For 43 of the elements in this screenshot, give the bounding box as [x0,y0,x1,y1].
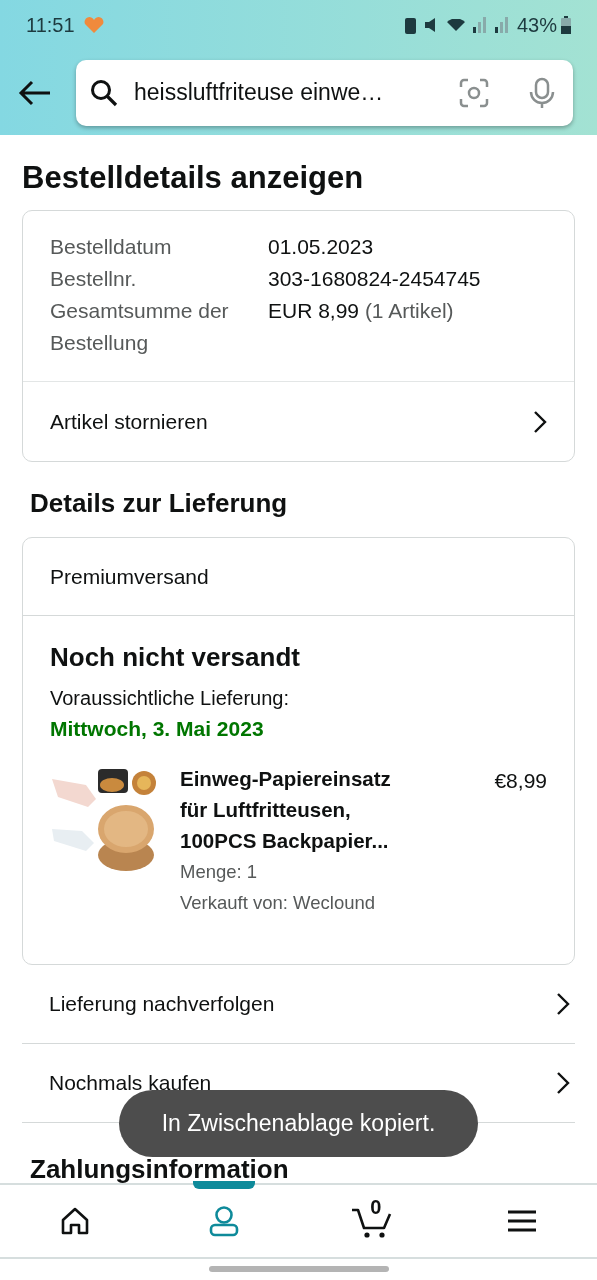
chevron-icon [556,1070,570,1095]
cart-count: 0 [370,1195,382,1220]
search-icon [90,78,118,107]
field-value: 303-1680824-2454745 [268,266,481,293]
field-value: 01.05.2023 [268,234,374,261]
list-row[interactable]: Lieferung nachverfolgen [22,964,575,1044]
microphone-icon[interactable] [529,76,555,109]
back-button[interactable] [18,79,52,106]
list-row[interactable]: Artikel stornieren [23,381,574,462]
nav-tab[interactable]: 0 [298,1185,448,1257]
field-label: Bestellnr. [50,266,138,293]
menu-icon [507,1209,538,1233]
copied-toast: In Zwischenablage kopiert. [119,1090,478,1157]
seller-text: Verkauft von: Weclound [180,890,377,915]
field-label: Gesamtsumme der Bestellung [50,298,230,357]
product-title[interactable]: Einweg-Papiereinsatz für Luftfritteusen, 100PCS Backpapier... [180,762,416,856]
field-label: Bestelldatum [50,234,173,261]
battery-level: 43% [516,13,557,38]
link-label[interactable]: Artikel stornieren [50,405,208,438]
signal-icon [472,17,487,33]
home-icon [59,1207,90,1235]
wifi-icon [446,19,465,31]
product-price: €8,99 [494,767,547,794]
clock: 11:51 [26,13,75,38]
shipping-method: Premiumversand [50,563,209,590]
page-title: Bestelldetails anzeigen [22,159,365,197]
chevron-icon [556,991,570,1016]
search-field[interactable]: heissluftfriteuse einwe… [134,75,435,110]
person-icon [207,1205,240,1237]
chevron-icon [533,409,547,434]
quantity-text: Menge: 1 [180,859,259,884]
delivery-date: Mittwoch, 3. Mai 2023 [50,716,265,743]
section-heading: Zahlungsinformation [30,1156,290,1182]
field-value: EUR 8,99 (1 Artikel) [268,298,454,325]
delivery-label: Voraussichtliche Lieferung: [50,686,291,712]
shipment-status: Noch nicht versandt [50,641,301,675]
camera-icon[interactable] [459,77,489,108]
heart-icon [82,16,105,34]
signal-icon [494,17,509,33]
battery-icon [561,16,571,34]
search-bar[interactable]: heissluftfriteuse einwe… [76,59,573,126]
link-label[interactable]: Lieferung nachverfolgen [49,987,275,1020]
section-heading: Details zur Lieferung [30,487,289,521]
